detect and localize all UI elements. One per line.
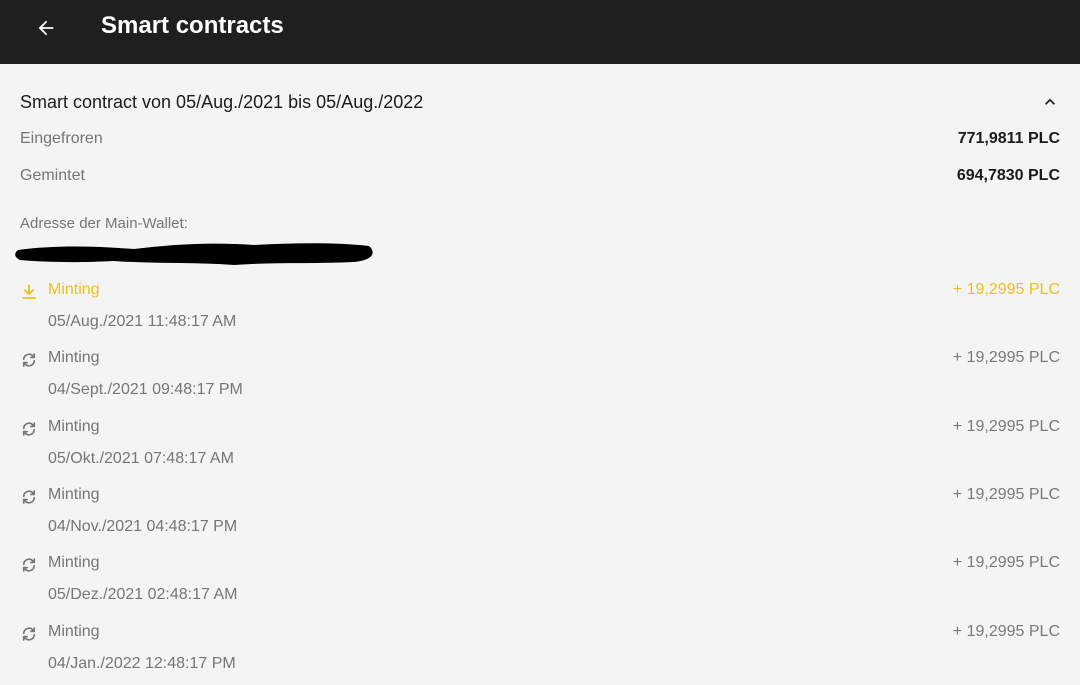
transaction-amount: + 19,2995 PLC [952,281,1060,298]
transaction-label: Minting [48,623,100,640]
wallet-address-label: Adresse der Main-Wallet: [20,215,188,232]
transaction-row[interactable]: Minting + 19,2995 PLC 04/Jan./2022 12:48… [0,621,1080,685]
frozen-label: Eingefroren [20,130,103,147]
transaction-date: 04/Jan./2022 12:48:17 PM [48,655,236,672]
transaction-row[interactable]: Minting + 19,2995 PLC 05/Dez./2021 02:48… [0,552,1080,616]
transaction-label: Minting [48,486,100,503]
frozen-row: Eingefroren 771,9811 PLC [0,128,1080,154]
redacted-wallet-address [15,243,373,265]
contract-details: Smart contract von 05/Aug./2021 bis 05/A… [0,64,1080,675]
transaction-label: Minting [48,349,100,366]
frozen-value: 771,9811 PLC [957,130,1060,147]
transaction-amount: + 19,2995 PLC [952,486,1060,503]
refresh-icon [22,490,36,504]
transaction-date: 05/Aug./2021 11:48:17 AM [48,313,237,330]
download-icon [22,284,36,299]
refresh-icon [22,627,36,641]
refresh-icon [22,558,36,572]
minted-row: Gemintet 694,7830 PLC [0,165,1080,191]
transaction-amount: + 19,2995 PLC [952,349,1060,366]
transaction-date: 04/Sept./2021 09:48:17 PM [48,381,243,398]
transaction-label: Minting [48,554,100,571]
transaction-row[interactable]: Minting + 19,2995 PLC 04/Sept./2021 09:4… [0,347,1080,411]
back-button[interactable] [28,10,64,46]
app-bar: Smart contracts [0,0,1080,64]
refresh-icon [22,422,36,436]
transaction-date: 05/Dez./2021 02:48:17 AM [48,586,238,603]
minted-value: 694,7830 PLC [956,167,1060,184]
minted-label: Gemintet [20,167,85,184]
arrow-left-icon [38,20,54,36]
transaction-row[interactable]: Minting + 19,2995 PLC 05/Aug./2021 11:48… [0,279,1080,343]
transaction-amount: + 19,2995 PLC [952,623,1060,640]
transaction-row[interactable]: Minting + 19,2995 PLC 05/Okt./2021 07:48… [0,416,1080,480]
transaction-row[interactable]: Minting + 19,2995 PLC 04/Nov./2021 04:48… [0,484,1080,548]
transaction-date: 04/Nov./2021 04:48:17 PM [48,518,238,535]
transaction-amount: + 19,2995 PLC [952,554,1060,571]
refresh-icon [22,353,36,367]
contract-header-toggle[interactable]: Smart contract von 05/Aug./2021 bis 05/A… [0,86,1080,118]
transaction-date: 05/Okt./2021 07:48:17 AM [48,450,234,467]
transaction-label: Minting [48,281,100,298]
page-title: Smart contracts [101,12,284,39]
transaction-amount: + 19,2995 PLC [952,418,1060,435]
transaction-label: Minting [48,418,100,435]
chevron-up-icon [1045,98,1055,105]
contract-title: Smart contract von 05/Aug./2021 bis 05/A… [20,92,424,112]
